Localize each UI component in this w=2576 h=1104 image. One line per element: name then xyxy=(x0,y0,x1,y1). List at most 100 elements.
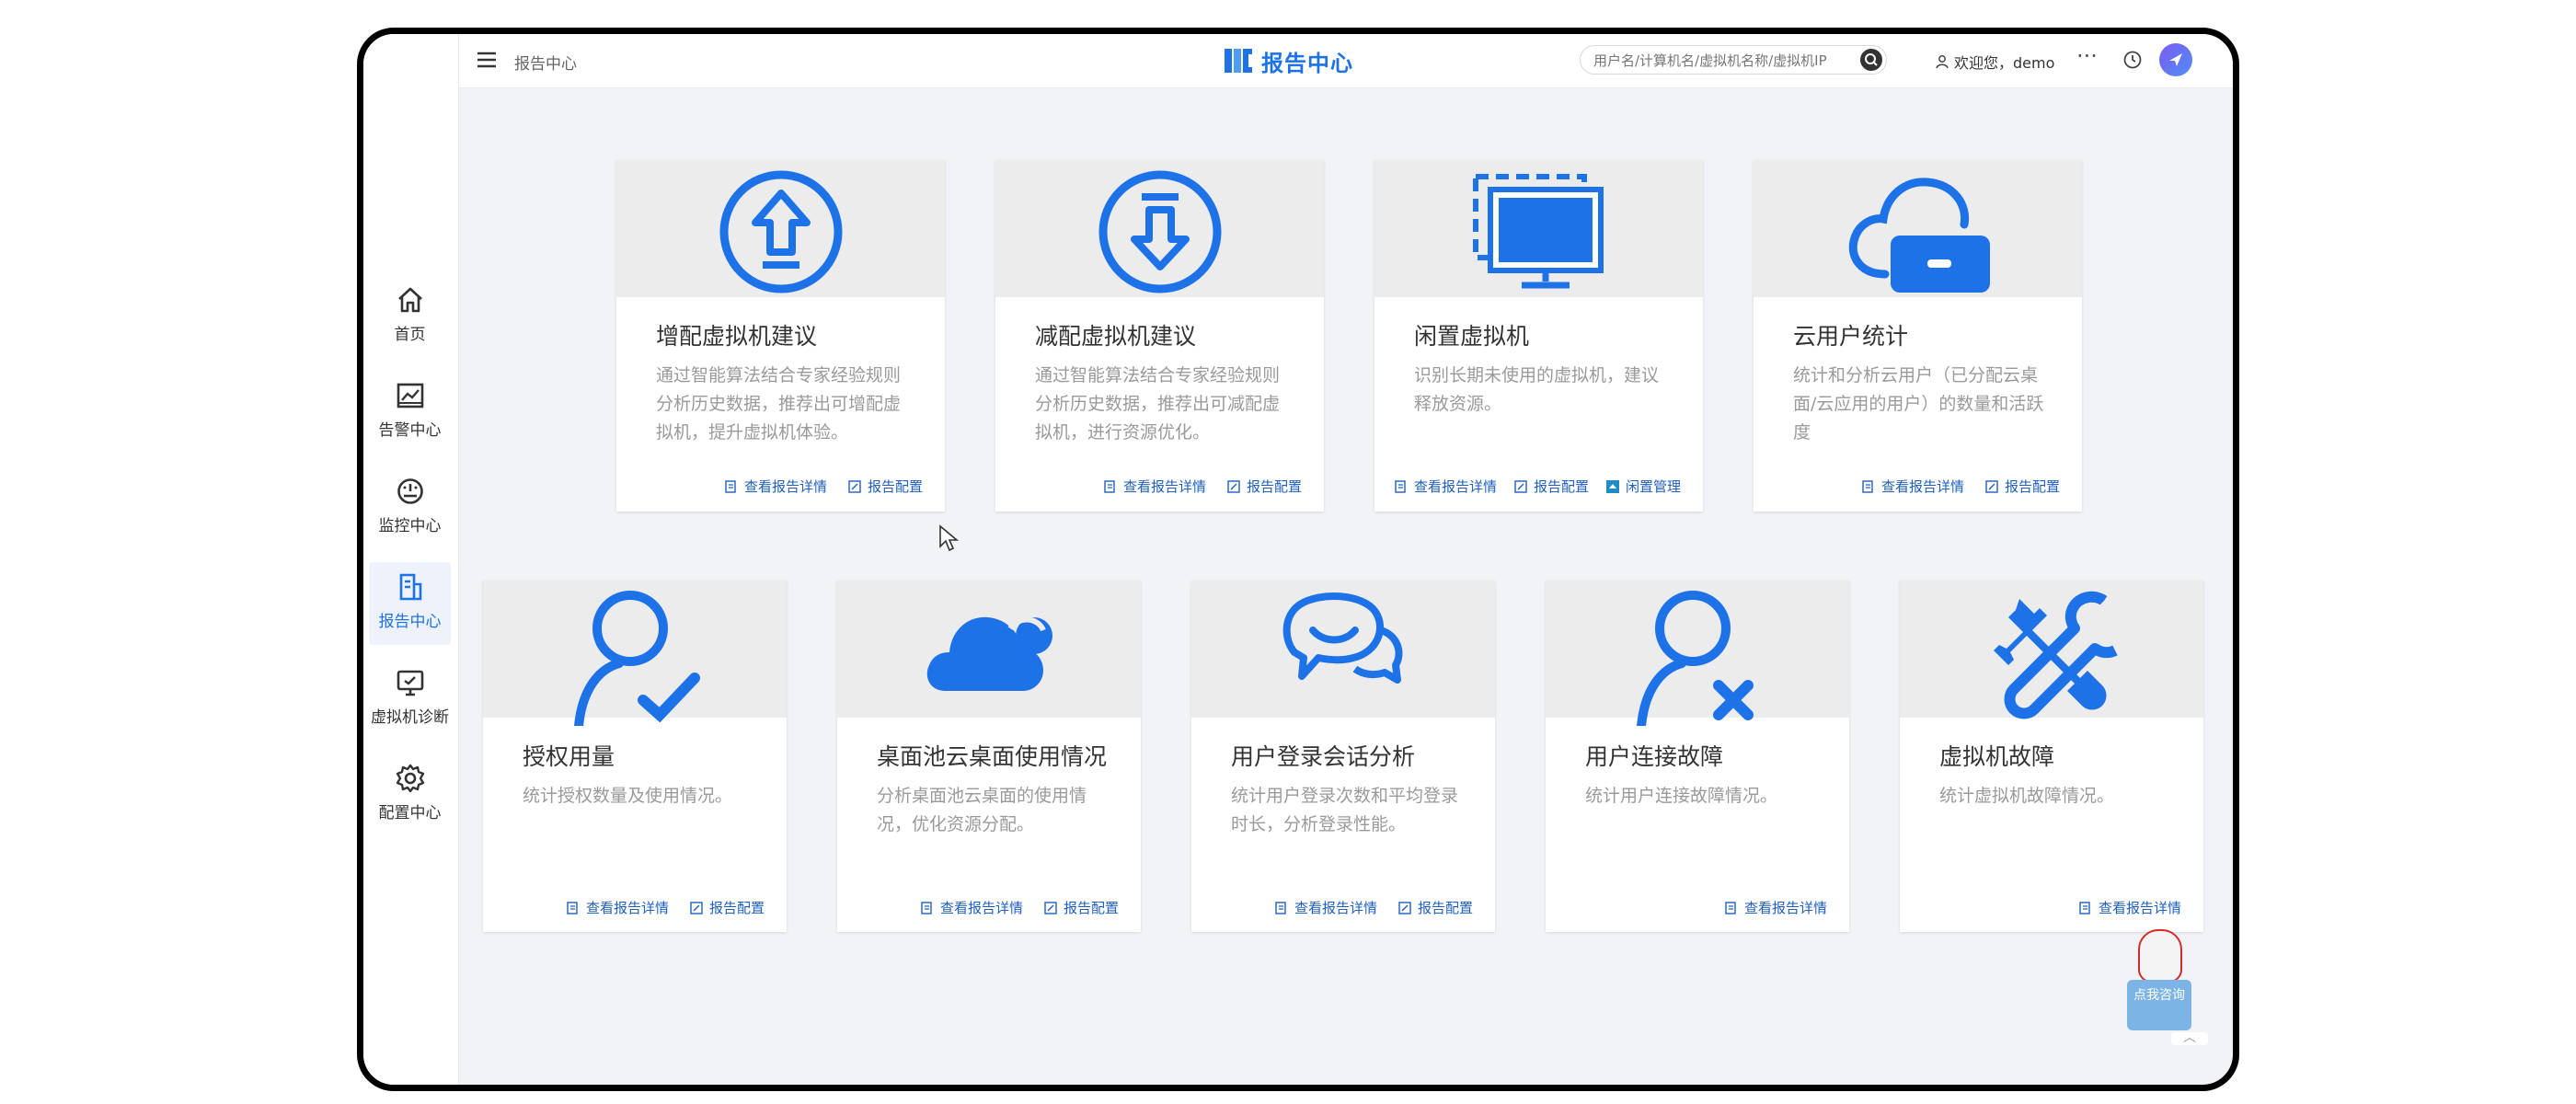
sidebar: 首页 告警中心 监控中心 报告中心 虚拟机诊断 配置中心 xyxy=(363,34,459,1085)
card-title: 云用户统计 xyxy=(1793,323,1909,350)
report-card-cloud-users[interactable]: 云用户统计 统计和分析云用户（已分配云桌面/云应用的用户）的数量和活跃度 查看报… xyxy=(1754,160,2082,512)
user-icon xyxy=(1936,55,1949,69)
assistant-mascot[interactable]: 点我咨询 xyxy=(2127,929,2193,1030)
top-bar: 报告中心 报告中心 欢迎您，demo ··· xyxy=(459,34,2233,88)
report-detail-icon xyxy=(1275,901,1286,914)
view-report-link[interactable]: 查看报告详情 xyxy=(1394,477,1497,496)
sidebar-item-label: 报告中心 xyxy=(378,613,442,631)
view-report-link[interactable]: 查看报告详情 xyxy=(1861,477,1964,496)
report-card-vm-fault[interactable]: 虚拟机故障 统计虚拟机故障情况。 查看报告详情 xyxy=(1900,581,2203,932)
idle-manage-link[interactable]: 闲置管理 xyxy=(1605,477,1681,496)
edit-icon xyxy=(1514,479,1527,493)
vm-diagnosis-icon xyxy=(397,670,423,696)
card-description: 统计用户连接故障情况。 xyxy=(1585,786,1778,806)
view-report-link[interactable]: 查看报告详情 xyxy=(724,477,827,496)
edit-icon xyxy=(690,901,703,914)
link-label: 报告配置 xyxy=(2004,478,2060,495)
link-label: 报告配置 xyxy=(708,900,765,916)
report-detail-icon xyxy=(1395,479,1406,493)
sidebar-item-label: 告警中心 xyxy=(378,421,442,440)
card-description: 识别长期未使用的虚拟机，建议释放资源。 xyxy=(1414,365,1660,414)
mouse-cursor-icon xyxy=(939,524,960,552)
card-description: 统计虚拟机故障情况。 xyxy=(1939,786,2115,806)
report-detail-icon xyxy=(725,479,736,493)
user-menu[interactable]: 欢迎您，demo xyxy=(1935,51,2054,73)
link-label: 闲置管理 xyxy=(1625,478,1681,495)
view-report-link[interactable]: 查看报告详情 xyxy=(2078,898,2181,917)
view-report-link[interactable]: 查看报告详情 xyxy=(566,898,669,917)
card-banner xyxy=(1191,581,1495,718)
report-card-login-session[interactable]: 用户登录会话分析 统计用户登录次数和平均登录时长，分析登录性能。 查看报告详情 … xyxy=(1191,581,1495,932)
link-label: 报告配置 xyxy=(1417,900,1473,916)
report-card-license-usage[interactable]: 授权用量 统计授权数量及使用情况。 查看报告详情 报告配置 xyxy=(483,581,787,932)
search-input[interactable] xyxy=(1592,46,1853,75)
card-banner xyxy=(1546,581,1849,726)
sidebar-item-label: 虚拟机诊断 xyxy=(371,708,449,727)
avatar[interactable] xyxy=(2159,43,2192,76)
report-config-link[interactable]: 报告配置 xyxy=(1043,898,1119,917)
mascot-head xyxy=(2138,929,2182,983)
report-config-link[interactable]: 报告配置 xyxy=(1397,898,1473,917)
report-detail-icon xyxy=(1725,901,1736,914)
card-banner xyxy=(1754,160,2082,297)
link-label: 查看报告详情 xyxy=(1122,478,1206,495)
card-title: 虚拟机故障 xyxy=(1939,743,2055,770)
report-card-connection-fault[interactable]: 用户连接故障 统计用户连接故障情况。 查看报告详情 xyxy=(1546,581,1849,932)
alarm-chart-icon xyxy=(397,383,423,408)
report-config-link[interactable]: 报告配置 xyxy=(1513,477,1589,496)
user-check-icon xyxy=(574,591,700,726)
view-report-link[interactable]: 查看报告详情 xyxy=(1274,898,1377,917)
search-button[interactable] xyxy=(1860,49,1882,71)
tools-icon xyxy=(1994,591,2118,719)
card-title: 减配虚拟机建议 xyxy=(1035,323,1197,350)
report-card-scale-up[interactable]: 增配虚拟机建议 通过智能算法结合专家经验规则分析历史数据，推荐出可增配虚拟机，提… xyxy=(616,160,945,512)
breadcrumb: 报告中心 xyxy=(514,55,577,74)
report-config-link[interactable]: 报告配置 xyxy=(689,898,765,917)
menu-icon[interactable] xyxy=(476,49,498,71)
edit-icon xyxy=(1044,901,1057,914)
clock-icon[interactable] xyxy=(2122,50,2143,70)
link-label: 报告配置 xyxy=(867,478,923,495)
card-banner xyxy=(616,160,945,297)
report-card-desktop-pool[interactable]: 桌面池云桌面使用情况 分析桌面池云桌面的使用情况，优化资源分配。 查看报告详情 … xyxy=(837,581,1141,932)
report-config-link[interactable]: 报告配置 xyxy=(1226,477,1302,496)
view-report-link[interactable]: 查看报告详情 xyxy=(920,898,1023,917)
idle-monitor-icon xyxy=(1472,174,1604,289)
report-config-link[interactable]: 报告配置 xyxy=(847,477,923,496)
view-report-link[interactable]: 查看报告详情 xyxy=(1724,898,1827,917)
link-label: 报告配置 xyxy=(1246,478,1302,495)
sidebar-item-alarm[interactable]: 告警中心 xyxy=(369,371,451,454)
scroll-up-button[interactable]: ︿ xyxy=(2171,1031,2208,1045)
more-menu-button[interactable]: ··· xyxy=(2076,43,2098,69)
report-config-link[interactable]: 报告配置 xyxy=(1984,477,2060,496)
sidebar-item-vm-diagnosis[interactable]: 虚拟机诊断 xyxy=(369,658,451,741)
report-detail-icon xyxy=(921,901,932,914)
chat-bubbles-icon xyxy=(1282,592,1403,684)
link-label: 报告配置 xyxy=(1533,478,1589,495)
app-title: 报告中心 xyxy=(1261,50,1353,76)
gear-icon xyxy=(396,764,424,793)
logo-icon xyxy=(1225,49,1252,73)
edit-icon xyxy=(848,479,861,493)
consult-button[interactable]: 点我咨询 xyxy=(2127,980,2191,1030)
sidebar-item-config[interactable]: 配置中心 xyxy=(369,753,451,836)
report-icon xyxy=(399,573,421,601)
card-banner xyxy=(837,581,1141,718)
arrow-up-circle-icon xyxy=(719,170,842,293)
sidebar-item-monitor[interactable]: 监控中心 xyxy=(369,466,451,549)
sidebar-item-home[interactable]: 首页 xyxy=(369,275,451,358)
card-description: 分析桌面池云桌面的使用情况，优化资源分配。 xyxy=(877,786,1087,834)
report-card-scale-down[interactable]: 减配虚拟机建议 通过智能算法结合专家经验规则分析历史数据，推荐出可减配虚拟机，进… xyxy=(995,160,1324,512)
cloud-icon xyxy=(926,616,1052,691)
card-description: 统计用户登录次数和平均登录时长，分析登录性能。 xyxy=(1231,786,1459,834)
card-banner xyxy=(1374,160,1703,297)
report-card-idle-vm[interactable]: 闲置虚拟机 识别长期未使用的虚拟机，建议释放资源。 查看报告详情 报告配置 闲置… xyxy=(1374,160,1703,512)
card-title: 用户登录会话分析 xyxy=(1231,743,1416,770)
link-label: 查看报告详情 xyxy=(1880,478,1964,495)
view-report-link[interactable]: 查看报告详情 xyxy=(1103,477,1206,496)
card-description: 通过智能算法结合专家经验规则分析历史数据，推荐出可增配虚拟机，提升虚拟机体验。 xyxy=(656,365,902,443)
link-label: 查看报告详情 xyxy=(2098,900,2181,916)
sidebar-item-report[interactable]: 报告中心 xyxy=(369,562,451,645)
sidebar-item-label: 首页 xyxy=(394,326,426,344)
sidebar-item-label: 配置中心 xyxy=(378,804,442,822)
